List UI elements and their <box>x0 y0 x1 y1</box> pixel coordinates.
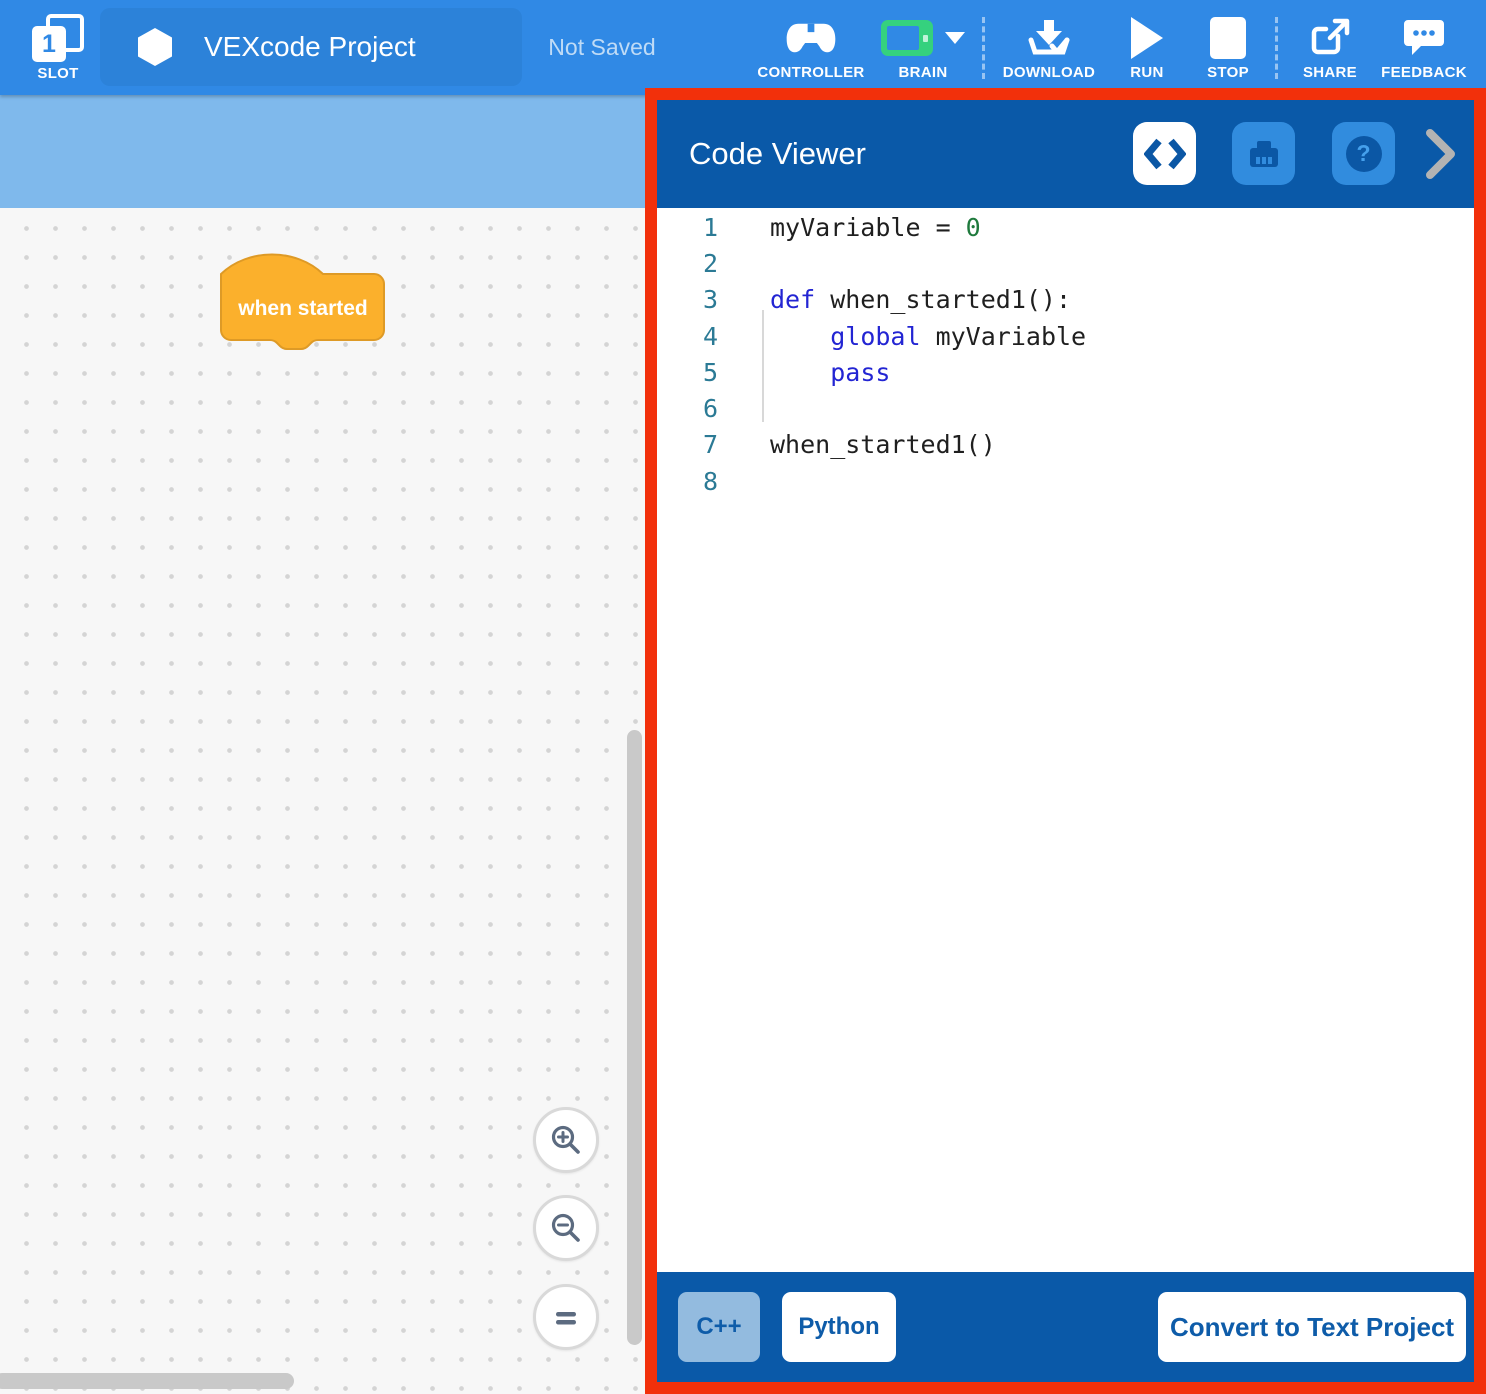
cpp-tab[interactable]: C++ <box>678 1292 760 1362</box>
chevron-right-icon <box>1425 128 1457 180</box>
line-number: 2 <box>657 249 718 278</box>
code-icon <box>1144 138 1186 170</box>
project-button[interactable]: VEXcode Project <box>100 8 522 86</box>
line-number: 4 <box>657 322 718 351</box>
feedback-button[interactable]: FEEDBACK <box>1373 0 1475 95</box>
brain-button[interactable]: BRAIN <box>873 0 973 95</box>
project-title: VEXcode Project <box>204 31 416 63</box>
zoom-out-button[interactable] <box>533 1195 599 1261</box>
slot-number: 1 <box>32 26 66 62</box>
line-number: 8 <box>657 467 718 496</box>
zoom-out-icon <box>549 1211 583 1245</box>
code-line: 4 global myVariable <box>657 318 1474 354</box>
code-line: 2 <box>657 245 1474 281</box>
hexagon-icon <box>138 28 172 66</box>
share-icon <box>1309 15 1351 61</box>
code-area: 1 myVariable = 0 2 3 def when_started1(): 4 g… <box>657 208 1474 1272</box>
run-button[interactable]: RUN <box>1104 0 1190 95</box>
slot-button[interactable]: 1 SLOT <box>16 4 100 92</box>
code-line: 8 <box>657 463 1474 499</box>
stop-icon <box>1210 15 1246 61</box>
brain-device-icon <box>1246 136 1282 172</box>
help-icon: ? <box>1346 136 1382 172</box>
zoom-in-button[interactable] <box>533 1107 599 1173</box>
share-button[interactable]: SHARE <box>1287 0 1373 95</box>
brain-icon <box>881 20 933 56</box>
horizontal-scrollbar[interactable] <box>0 1373 294 1389</box>
code-line: 5 pass <box>657 354 1474 390</box>
feedback-icon <box>1402 15 1446 61</box>
toolbar-divider <box>982 17 985 79</box>
zoom-reset-icon <box>549 1300 583 1334</box>
slot-label: SLOT <box>37 65 78 82</box>
device-view-button[interactable] <box>1232 122 1295 185</box>
toolbar-divider <box>1275 17 1278 79</box>
download-icon <box>1027 15 1071 61</box>
save-status: Not Saved <box>522 0 682 95</box>
code-viewer-title: Code Viewer <box>689 136 866 172</box>
when-started-block[interactable]: when started <box>220 246 386 354</box>
palette-strip <box>0 95 660 208</box>
python-tab[interactable]: Python <box>782 1292 896 1362</box>
code-viewer-header: Code Viewer ? <box>657 100 1474 208</box>
code-viewer-panel: Code Viewer ? <box>645 88 1486 1394</box>
slot-pages-icon: 1 <box>32 14 84 62</box>
run-icon <box>1131 15 1163 61</box>
top-toolbar: 1 SLOT VEXcode Project Not Saved CONTROL… <box>0 0 1486 95</box>
line-number: 1 <box>657 213 718 242</box>
code-line: 3 def when_started1(): <box>657 282 1474 318</box>
when-started-label: when started <box>237 297 368 320</box>
line-number: 3 <box>657 285 718 314</box>
convert-to-text-button[interactable]: Convert to Text Project <box>1158 1292 1466 1362</box>
indent-guide <box>762 310 764 422</box>
toolbar-actions: CONTROLLER BRAIN <box>749 0 1486 95</box>
code-text: myVariable = 0 <box>770 213 981 242</box>
zoom-reset-button[interactable] <box>533 1284 599 1350</box>
line-number: 7 <box>657 430 718 459</box>
stop-button[interactable]: STOP <box>1190 0 1266 95</box>
download-button[interactable]: DOWNLOAD <box>994 0 1104 95</box>
line-number: 6 <box>657 394 718 423</box>
controller-icon <box>785 15 837 61</box>
collapse-panel-button[interactable] <box>1425 128 1457 185</box>
help-button[interactable]: ? <box>1332 122 1395 185</box>
code-text: pass <box>770 358 890 387</box>
vexcode-app: 1 SLOT VEXcode Project Not Saved CONTROL… <box>0 0 1486 1394</box>
zoom-in-icon <box>549 1123 583 1157</box>
code-view-button[interactable] <box>1133 122 1196 185</box>
code-footer: C++ Python Convert to Text Project <box>657 1272 1474 1382</box>
caret-down-icon <box>945 32 965 44</box>
code-text: def when_started1(): <box>770 285 1071 314</box>
line-number: 5 <box>657 358 718 387</box>
code-text: when_started1() <box>770 430 996 459</box>
code-line: 1 myVariable = 0 <box>657 209 1474 245</box>
controller-button[interactable]: CONTROLLER <box>749 0 873 95</box>
code-text: global myVariable <box>770 322 1086 351</box>
code-line: 6 <box>657 390 1474 426</box>
code-line: 7 when_started1() <box>657 427 1474 463</box>
vertical-scrollbar[interactable] <box>627 730 642 1345</box>
code-lines: 1 myVariable = 0 2 3 def when_started1(): 4 g… <box>657 209 1474 499</box>
